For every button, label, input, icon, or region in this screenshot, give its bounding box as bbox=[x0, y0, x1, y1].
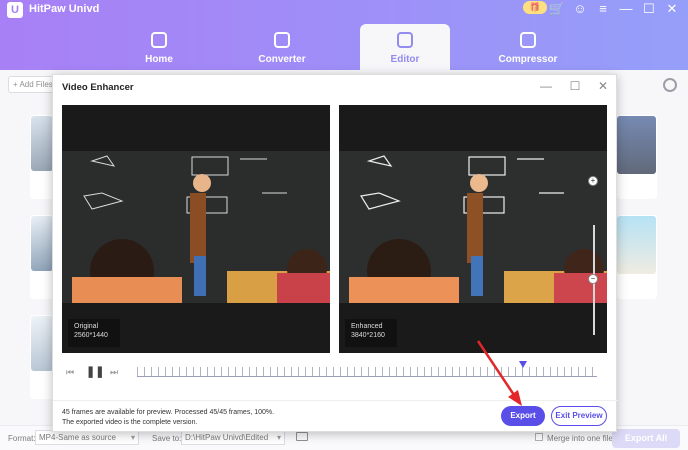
annotation-arrow bbox=[476, 340, 522, 406]
